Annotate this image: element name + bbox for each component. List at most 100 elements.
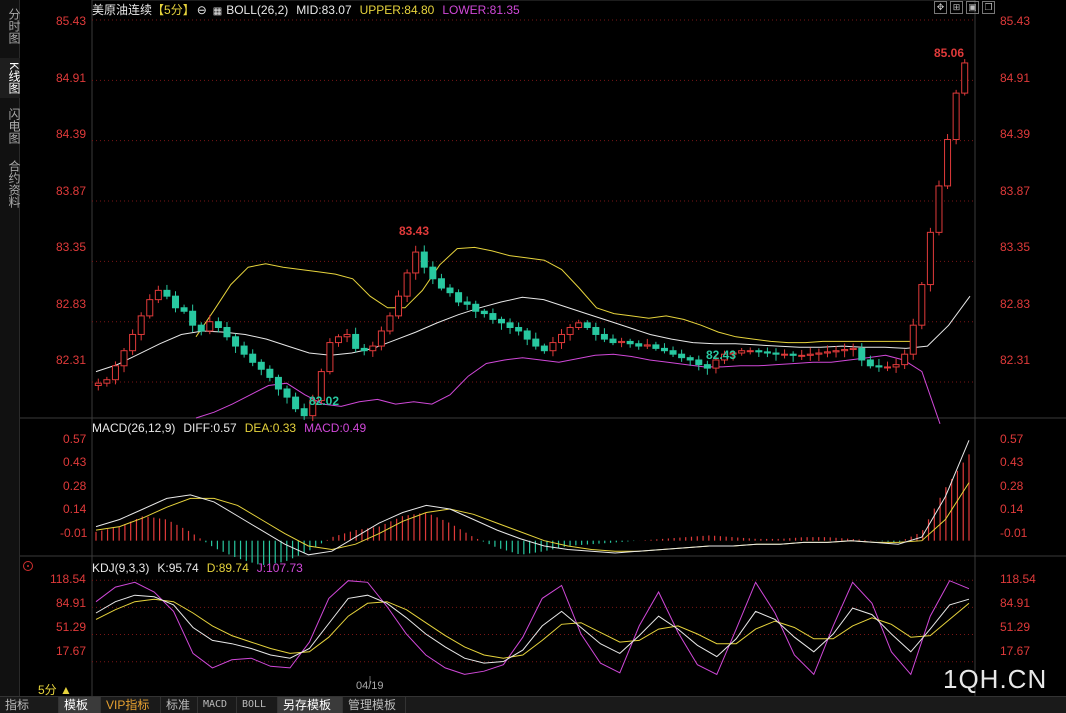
tab-intraday[interactable]: 分时图 [0, 6, 21, 46]
candle-body [540, 345, 548, 352]
tab-boll[interactable]: BOLL [237, 697, 278, 713]
candle-body [781, 353, 789, 356]
candle-body [609, 338, 617, 344]
expand-icon[interactable]: ⊞ [950, 1, 963, 14]
candle-body [815, 352, 823, 355]
tab-label: 分时图 [7, 8, 21, 44]
candle-body [395, 295, 403, 317]
candle-body [772, 352, 780, 355]
candle-body [154, 289, 162, 301]
chart-canvas[interactable] [20, 0, 1066, 696]
kdj-indicator-icon[interactable] [23, 561, 33, 571]
macd-label[interactable]: MACD(26,12,9) [92, 421, 175, 435]
candle-body [746, 350, 754, 353]
candle-body [686, 357, 694, 361]
price-tick-right: 82.83 [1000, 297, 1031, 311]
indicator-icon[interactable]: ▦ [213, 6, 222, 17]
low-price-annotation: 82.02 [309, 394, 340, 408]
candle-body [755, 350, 763, 353]
price-tick-left: 85.43 [56, 14, 87, 28]
price-tick-left: 84.39 [56, 127, 87, 141]
tab-contract-info[interactable]: 合约资料 [0, 156, 21, 212]
candle-body [103, 379, 111, 384]
candle-body [146, 299, 154, 317]
macd-tick-right: 0.28 [1000, 479, 1024, 493]
tab-label: VIP指标 [106, 698, 150, 712]
candle-body [849, 347, 857, 351]
boll-mid: MID:83.07 [296, 3, 352, 17]
kdj-tick-right: 51.29 [1000, 620, 1031, 634]
candle-body [403, 272, 411, 297]
kdj-tick-right: 17.67 [1000, 644, 1031, 658]
candle-body [292, 396, 300, 410]
left-tab-strip: 分时图 K线图 闪电图 合约资料 [0, 0, 21, 696]
candle-body [823, 351, 831, 354]
candle-body [334, 336, 342, 344]
candle-body [832, 350, 840, 353]
candle-body [377, 330, 385, 347]
candle-body [352, 333, 360, 349]
candle-body [841, 349, 849, 352]
candle-body [129, 333, 137, 352]
boll-label[interactable]: BOLL(26,2) [226, 3, 288, 17]
candle-body [549, 342, 557, 352]
candle-body [326, 342, 334, 373]
tab-label: 标准 [166, 698, 191, 712]
tab-template[interactable]: 模板 [59, 697, 101, 713]
price-tick-right: 83.35 [1000, 240, 1031, 254]
fullscreen-icon[interactable]: ✥ [934, 1, 947, 14]
candle-body [171, 295, 179, 309]
candle-body [180, 307, 188, 312]
tab-label: 指标 [5, 698, 30, 712]
macd-tick-left: 0.57 [63, 432, 87, 446]
kdj-label[interactable]: KDJ(9,3,3) [92, 561, 149, 575]
candle-body [892, 364, 900, 368]
candle-body [111, 365, 119, 381]
candle-body [197, 324, 205, 332]
kdj-tick-left: 17.67 [56, 644, 87, 658]
tab-kline[interactable]: K线图 [0, 58, 21, 98]
candle-body [369, 345, 377, 352]
kdj-header: KDJ(9,3,3) K:95.74 D:89.74 J:107.73 [92, 561, 311, 575]
candle-body [223, 326, 231, 338]
candle-body [137, 315, 145, 335]
price-tick-left: 83.87 [56, 184, 87, 198]
candle-body [463, 301, 471, 305]
settings-circle-icon[interactable]: ⊖ [197, 3, 207, 17]
candle-body [429, 266, 437, 280]
price-tick-right: 82.31 [1000, 353, 1031, 367]
candle-body [575, 322, 583, 328]
macd-tick-right: -0.01 [1000, 526, 1028, 540]
price-panel-frame [91, 0, 976, 419]
restore-icon[interactable]: ❐ [982, 1, 995, 14]
macd-tick-left: -0.01 [60, 526, 88, 540]
candle-body [866, 359, 874, 367]
main-chart-header: 美原油连续【5分】 ⊖ ▦ BOLL(26,2) MID:83.07 UPPER:84.8… [92, 3, 528, 19]
candle-body [944, 139, 952, 187]
tab-indicators[interactable]: 指标 [0, 697, 59, 713]
macd-tick-left: 0.28 [63, 479, 87, 493]
tab-macd[interactable]: MACD [198, 697, 237, 713]
candle-body [858, 347, 866, 361]
kdj-k: K:95.74 [157, 561, 199, 575]
candle-body [566, 326, 574, 335]
candle-body [94, 382, 102, 387]
candle-body [532, 338, 540, 347]
tab-save-template[interactable]: 另存模板 [278, 697, 343, 713]
candle-body [558, 333, 566, 344]
kdj-j: J:107.73 [256, 561, 303, 575]
candle-body [455, 292, 463, 303]
candle-body [515, 326, 523, 332]
kdj-tick-left: 118.54 [50, 572, 86, 586]
tab-lightning-chart[interactable]: 闪电图 [0, 106, 21, 146]
tab-vip-indicators[interactable]: VIP指标 [101, 697, 161, 713]
tab-manage-templates[interactable]: 管理模板 [343, 697, 406, 713]
macd-value: MACD:0.49 [304, 421, 367, 435]
price-tick-right: 85.43 [1000, 14, 1031, 28]
macd-tick-right: 0.43 [1000, 455, 1024, 469]
tab-standard[interactable]: 标准 [161, 697, 198, 713]
candle-body [884, 366, 892, 369]
chart-settings-icon[interactable]: ▣ [966, 1, 979, 14]
candle-body [266, 368, 274, 378]
candle-body [523, 330, 531, 340]
